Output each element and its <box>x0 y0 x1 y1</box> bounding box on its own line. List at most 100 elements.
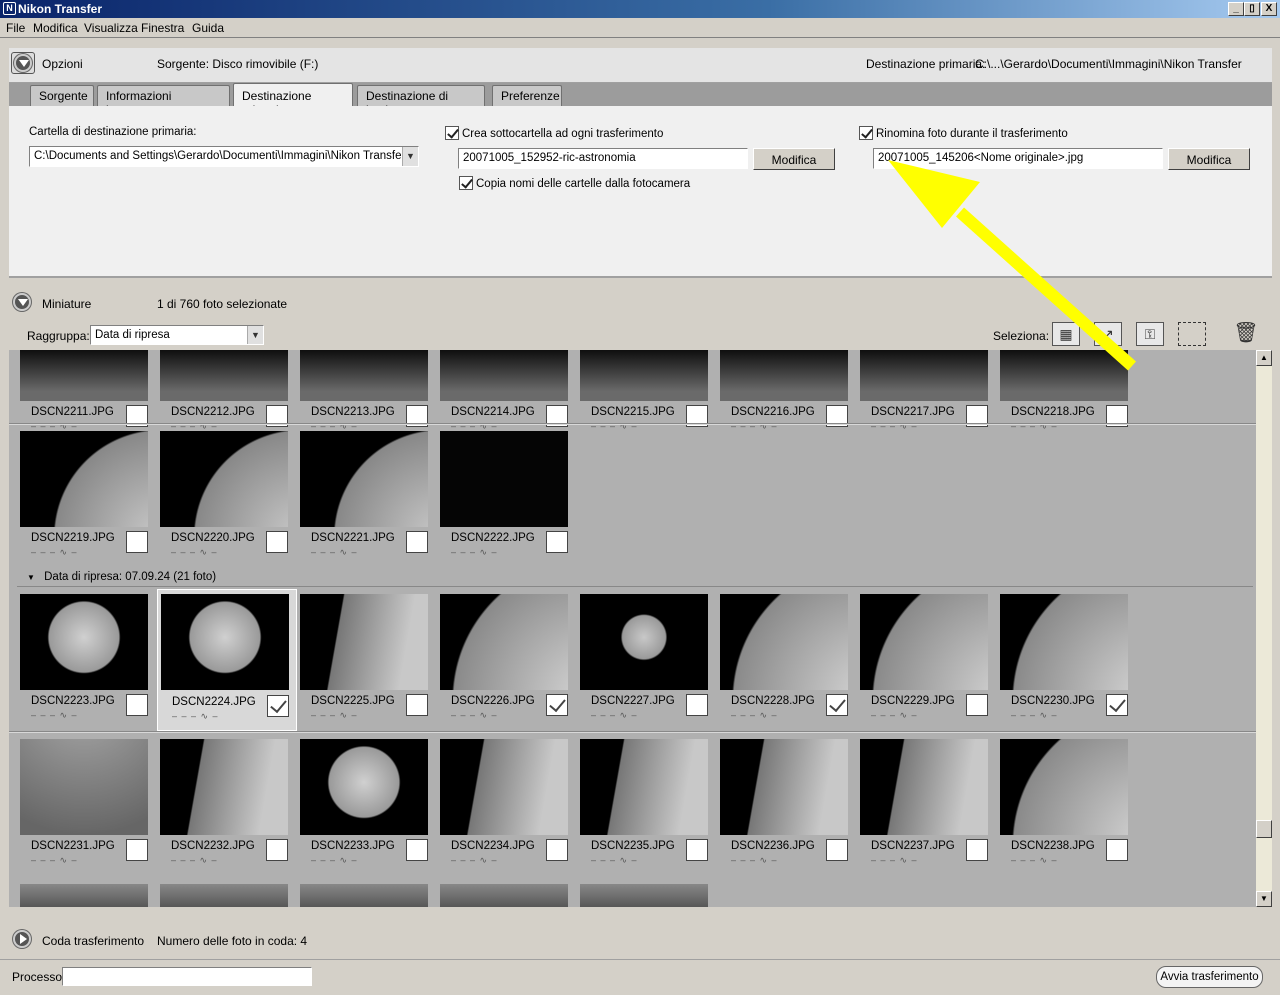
thumbnail-cell[interactable]: DSCN2235.JPG – – – ∿ – <box>577 739 717 884</box>
tab-sorgente[interactable]: Sorgente <box>30 85 94 106</box>
menu-visualizza[interactable]: Visualizza <box>84 21 138 35</box>
thumbnail-cell[interactable]: DSCN2231.JPG – – – ∿ – <box>17 739 157 884</box>
thumbnail-checkbox[interactable] <box>546 694 568 716</box>
thumbnail-image[interactable] <box>161 594 289 690</box>
tab-informazioni[interactable]: Informazioni incorporate <box>97 85 230 117</box>
thumbnail-image[interactable] <box>440 431 568 527</box>
thumbnail-cell[interactable]: DSCN2220.JPG – – – ∿ – <box>157 431 297 576</box>
thumbnail-image[interactable] <box>440 350 568 401</box>
thumbnail-cell[interactable]: DSCN2216.JPG – – – ∿ – <box>717 350 857 450</box>
thumbnail-checkbox[interactable] <box>826 694 848 716</box>
thumbnail-cell[interactable]: DSCN2217.JPG – – – ∿ – <box>857 350 997 450</box>
thumbnail-checkbox[interactable] <box>267 695 289 717</box>
chevron-down-icon[interactable]: ▼ <box>402 147 418 166</box>
trash-icon[interactable]: 🗑 <box>1232 322 1260 346</box>
thumbnail-cell[interactable]: DSCN2236.JPG – – – ∿ – <box>717 739 857 884</box>
modify-rename-button[interactable]: Modifica <box>1168 148 1250 170</box>
thumbnail-image[interactable] <box>20 739 148 835</box>
thumbnail-image[interactable] <box>20 884 148 907</box>
scroll-thumb[interactable] <box>1256 820 1272 838</box>
chevron-down-icon[interactable]: ▼ <box>27 573 35 582</box>
thumbnail-cell[interactable]: DSCN2222.JPG – – – ∿ – <box>437 431 577 576</box>
thumbnail-checkbox[interactable] <box>266 839 288 861</box>
thumbnail-cell[interactable]: DSCN2234.JPG – – – ∿ – <box>437 739 577 884</box>
thumbnail-image[interactable] <box>580 884 708 907</box>
thumbnail-scrollbar[interactable]: ▲ ▼ <box>1256 350 1272 907</box>
thumbnail-image[interactable] <box>300 350 428 401</box>
thumbnail-image[interactable] <box>720 739 848 835</box>
deselect-all-icon[interactable] <box>1178 322 1206 346</box>
thumbnail-cell[interactable]: DSCN2225.JPG – – – ∿ – <box>297 594 437 739</box>
thumbnail-checkbox[interactable] <box>1106 694 1128 716</box>
thumbnail-cell[interactable]: DSCN2227.JPG – – – ∿ – <box>577 594 717 739</box>
thumbnail-image[interactable] <box>300 739 428 835</box>
chevron-down-icon[interactable]: ▼ <box>247 326 263 344</box>
thumbnail-image[interactable] <box>440 739 568 835</box>
thumbnail-image[interactable] <box>580 739 708 835</box>
menu-modifica[interactable]: Modifica <box>33 21 78 35</box>
menu-finestra[interactable]: Finestra <box>141 21 184 35</box>
expand-icon[interactable] <box>13 930 31 948</box>
thumbnail-checkbox[interactable] <box>546 839 568 861</box>
copy-names-checkbox[interactable] <box>459 176 473 190</box>
thumbnail-image[interactable] <box>580 350 708 401</box>
thumbnail-checkbox[interactable] <box>126 531 148 553</box>
thumbnail-image[interactable] <box>160 431 288 527</box>
thumbnail-cell[interactable]: DSCN2224.JPG – – – ∿ – <box>157 589 297 731</box>
thumbnail-image[interactable] <box>440 594 568 690</box>
thumbnail-checkbox[interactable] <box>826 839 848 861</box>
thumbnail-checkbox[interactable] <box>126 839 148 861</box>
thumbnail-checkbox[interactable] <box>966 839 988 861</box>
thumbnail-image[interactable] <box>720 594 848 690</box>
rename-checkbox[interactable] <box>859 126 873 140</box>
thumbnail-cell[interactable]: DSCN2237.JPG – – – ∿ – <box>857 739 997 884</box>
folder-dropdown[interactable]: C:\Documents and Settings\Gerardo\Docume… <box>29 146 419 167</box>
thumbnail-checkbox[interactable] <box>546 531 568 553</box>
minimize-button[interactable]: _ <box>1228 2 1244 16</box>
select-protected-key-icon[interactable]: ⚿ <box>1136 322 1164 346</box>
subfolder-name-field[interactable]: 20071005_152952-ric-astronomia <box>458 148 748 169</box>
scroll-down-icon[interactable]: ▼ <box>1256 891 1272 907</box>
thumbnail-cell[interactable]: DSCN2229.JPG – – – ∿ – <box>857 594 997 739</box>
thumbnail-checkbox[interactable] <box>1106 839 1128 861</box>
thumbnail-cell[interactable]: DSCN2232.JPG – – – ∿ – <box>157 739 297 884</box>
group-dropdown[interactable]: Data di ripresa ▼ <box>90 325 264 345</box>
tab-destinazione-backup[interactable]: Destinazione di backup <box>357 85 485 117</box>
thumbnail-image[interactable] <box>300 594 428 690</box>
thumbnail-cell[interactable]: DSCN2219.JPG – – – ∿ – <box>17 431 157 576</box>
thumbnail-cell[interactable]: DSCN2230.JPG – – – ∿ – <box>997 594 1137 739</box>
thumbnail-cell[interactable]: DSCN2215.JPG – – – ∿ – <box>577 350 717 450</box>
thumbnail-cell[interactable]: DSCN2233.JPG – – – ∿ – <box>297 739 437 884</box>
thumbnail-image[interactable] <box>20 431 148 527</box>
tab-destinazione-primaria[interactable]: Destinazione primaria <box>233 83 353 117</box>
select-new-icon[interactable]: ↗ <box>1094 322 1122 346</box>
thumbnail-image[interactable] <box>160 739 288 835</box>
scroll-up-icon[interactable]: ▲ <box>1256 350 1272 366</box>
thumbnail-checkbox[interactable] <box>406 839 428 861</box>
thumbnail-checkbox[interactable] <box>686 839 708 861</box>
menu-file[interactable]: File <box>6 21 25 35</box>
thumbnail-image[interactable] <box>580 594 708 690</box>
subfolder-checkbox[interactable] <box>445 126 459 140</box>
rename-pattern-field[interactable]: 20071005_145206<Nome originale>.jpg <box>873 148 1163 169</box>
thumbnail-cell[interactable]: DSCN2226.JPG – – – ∿ – <box>437 594 577 739</box>
thumbnail-image[interactable] <box>860 739 988 835</box>
select-all-icon[interactable]: ▦ <box>1052 322 1080 346</box>
thumbnail-image[interactable] <box>1000 739 1128 835</box>
options-toggle[interactable] <box>11 52 35 74</box>
thumbnail-checkbox[interactable] <box>266 531 288 553</box>
maximize-button[interactable]: ▯ <box>1244 2 1260 16</box>
thumbnail-cell[interactable]: DSCN2223.JPG – – – ∿ – <box>17 594 157 739</box>
thumbnail-image[interactable] <box>20 594 148 690</box>
thumbnail-checkbox[interactable] <box>406 694 428 716</box>
thumbnail-cell[interactable]: DSCN2221.JPG – – – ∿ – <box>297 431 437 576</box>
close-button[interactable]: X <box>1261 2 1277 16</box>
start-transfer-button[interactable]: Avvia trasferimento <box>1156 966 1263 988</box>
tab-preferenze[interactable]: Preferenze <box>492 85 562 106</box>
thumbnail-image[interactable] <box>1000 350 1128 401</box>
thumbnail-image[interactable] <box>300 431 428 527</box>
thumbnail-checkbox[interactable] <box>126 694 148 716</box>
modify-subfolder-button[interactable]: Modifica <box>753 148 835 170</box>
menu-guida[interactable]: Guida <box>192 21 224 35</box>
thumbnail-image[interactable] <box>440 884 568 907</box>
